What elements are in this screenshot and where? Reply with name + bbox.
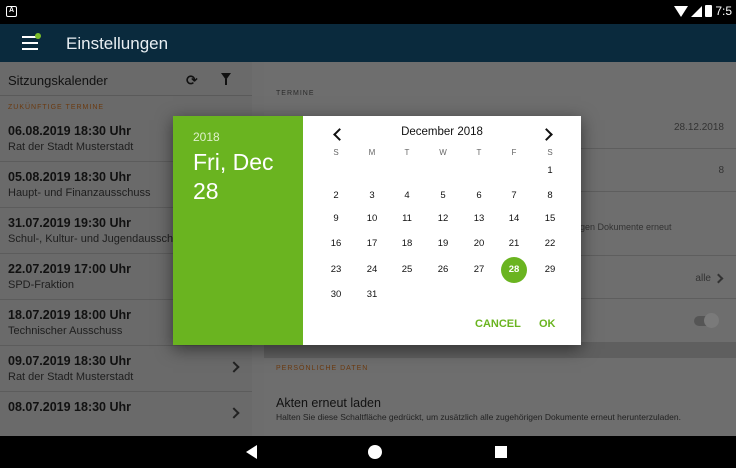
calendar-day[interactable]: 21 (501, 231, 527, 257)
calendar-day[interactable]: 22 (537, 231, 563, 257)
calendar-view: December 2018 S M T W T F S 1 2 3 4 5 6 7 8 9 10 11 12 13 14… (303, 116, 581, 345)
calendar-day[interactable]: 24 (359, 257, 385, 283)
page-title: Einstellungen (66, 34, 169, 53)
navigation-bar (0, 436, 736, 468)
refresh-icon[interactable]: ⟳ (186, 72, 198, 89)
status-bar: A 7:5 (0, 0, 736, 24)
recents-icon[interactable] (495, 446, 507, 458)
selected-year[interactable]: 2018 (193, 130, 220, 144)
calendar-day[interactable]: 25 (394, 257, 420, 283)
weekday-label: W (439, 148, 447, 157)
weekday-label: M (368, 148, 376, 157)
next-month-icon[interactable] (541, 127, 555, 141)
list-item[interactable]: 09.07.2019 18:30 Uhr Rat der Stadt Muster… (0, 346, 252, 392)
list-item-date: 08.07.2019 18:30 Uhr (8, 400, 132, 414)
previous-month-icon[interactable] (331, 127, 345, 141)
calendar-day[interactable]: 12 (430, 206, 456, 232)
app-bar: Einstellungen (0, 24, 736, 62)
calendar-day[interactable]: 13 (466, 206, 492, 232)
reload-files-description: Halten Sie diese Schaltfläche gedrückt, … (276, 412, 681, 422)
filter-icon[interactable] (221, 73, 231, 85)
section-label: ZUKÜNFTIGE TERMINE (8, 104, 105, 111)
setting-toggle[interactable] (694, 313, 719, 328)
weekday-label: T (404, 148, 410, 157)
list-item-date: 09.07.2019 18:30 Uhr (8, 354, 132, 368)
termine-number-value: 8 (718, 165, 724, 176)
ok-button[interactable]: OK (539, 318, 556, 330)
calendar-day[interactable]: 10 (359, 206, 385, 232)
selected-date: Fri, Dec 28 (193, 149, 274, 204)
cancel-button[interactable]: CANCEL (475, 318, 521, 330)
calendar-day[interactable]: 16 (323, 231, 349, 257)
wifi-icon (674, 5, 689, 17)
calendar-day[interactable]: 18 (394, 231, 420, 257)
calendar-list-header: Sitzungskalender ⟳ (0, 62, 252, 96)
weekday-label: S (547, 148, 553, 157)
calendar-day[interactable]: 23 (323, 257, 349, 283)
calendar-day[interactable]: 30 (323, 282, 349, 308)
menu-icon[interactable] (22, 33, 41, 50)
weekday-label: S (333, 148, 339, 157)
section-termine: TERMINE (276, 90, 315, 97)
alle-selector[interactable]: alle (695, 273, 724, 284)
reload-files-button[interactable]: Akten erneut laden (276, 396, 381, 410)
date-picker-dialog: 2018 Fri, Dec 28 December 2018 SMTWTFS12… (173, 116, 581, 345)
selected-day[interactable]: 28 (501, 257, 527, 283)
notification-icon: A (6, 6, 17, 17)
calendar-day[interactable]: 26 (430, 257, 456, 283)
calendar-day[interactable]: 9 (323, 206, 349, 232)
calendar-day[interactable]: 14 (501, 206, 527, 232)
chevron-right-icon (713, 273, 724, 284)
list-item[interactable]: 08.07.2019 18:30 Uhr (0, 392, 252, 438)
calendar-day[interactable]: 1 (537, 158, 563, 184)
weekday-label: F (511, 148, 517, 157)
calendar-day[interactable]: 15 (537, 206, 563, 232)
calendar-list-title: Sitzungskalender (8, 73, 108, 88)
date-picker-header: 2018 Fri, Dec 28 (173, 116, 303, 345)
clock: 7:5 (715, 4, 732, 18)
status-icons: 7:5 (674, 4, 732, 18)
battery-icon (705, 5, 713, 17)
weekday-label: T (476, 148, 482, 157)
back-icon[interactable] (246, 445, 257, 459)
signal-icon (691, 5, 703, 17)
home-icon[interactable] (368, 445, 382, 459)
alle-label: alle (695, 273, 711, 284)
calendar-day[interactable]: 11 (394, 206, 420, 232)
calendar-day[interactable]: 17 (359, 231, 385, 257)
calendar-day[interactable]: 20 (466, 231, 492, 257)
calendar-day[interactable]: 19 (430, 231, 456, 257)
list-item-organization: Rat der Stadt Musterstadt (8, 371, 134, 383)
calendar-day[interactable]: 29 (537, 257, 563, 283)
calendar-day[interactable]: 27 (466, 257, 492, 283)
reload-docs-text: gen Dokumente erneut (580, 222, 672, 232)
termine-date-value: 28.12.2018 (673, 122, 724, 133)
section-personal: PERSÖNLICHE DATEN (276, 365, 369, 372)
calendar-day[interactable]: 31 (359, 282, 385, 308)
